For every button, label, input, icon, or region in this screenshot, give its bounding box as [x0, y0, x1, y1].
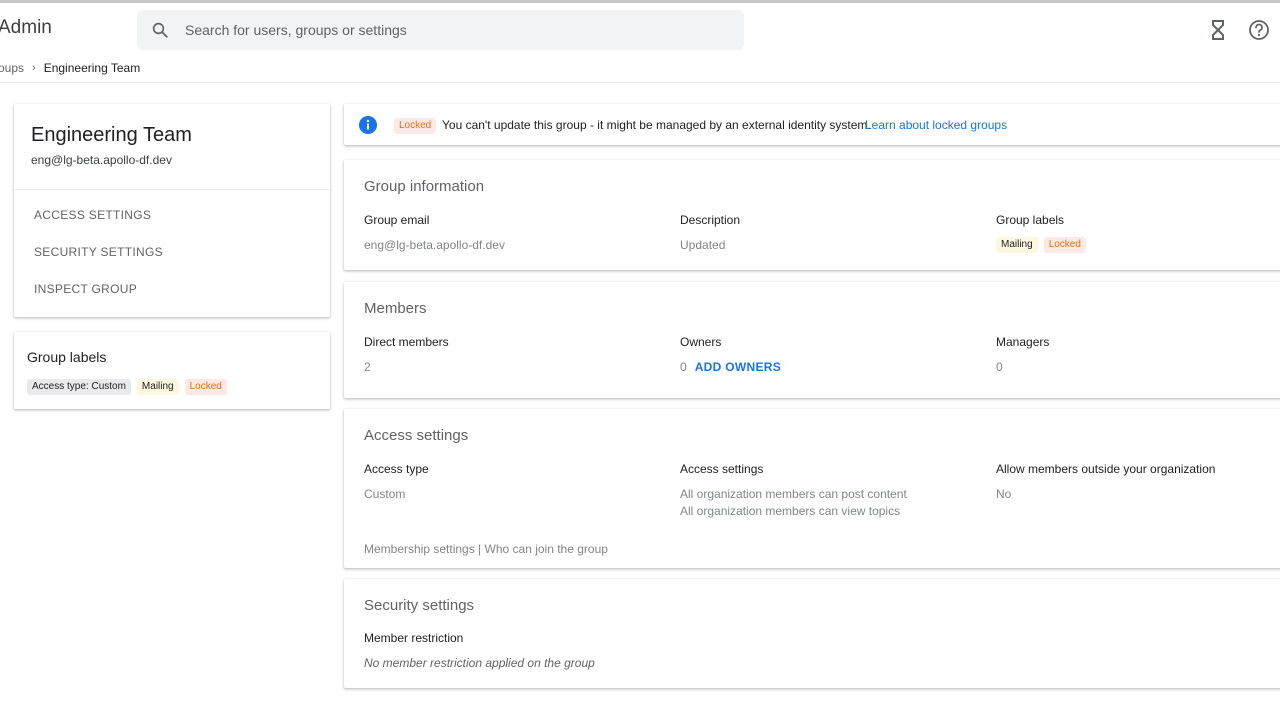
nav-access-settings[interactable]: ACCESS SETTINGS	[34, 208, 151, 222]
search-bar[interactable]	[137, 10, 744, 50]
help-icon[interactable]	[1248, 19, 1270, 41]
group-labels-column: Group labels Mailing Locked	[996, 213, 1086, 253]
search-icon	[152, 22, 168, 38]
access-footer-links: Membership settings | Who can join the g…	[364, 542, 608, 556]
info-icon	[359, 116, 377, 134]
member-restriction-value: No member restriction applied on the gro…	[364, 656, 595, 670]
chevron-right-icon: ›	[32, 62, 36, 74]
access-type-label: Access type	[364, 462, 429, 476]
learn-locked-groups-link[interactable]: Learn about locked groups	[865, 118, 1007, 132]
link-separator: |	[474, 542, 485, 556]
description-column: Description Updated	[680, 213, 740, 254]
app-title[interactable]: Admin	[0, 17, 52, 39]
outside-members-value: No	[996, 487, 1012, 501]
members-section: Members Direct members 2 Owners 0 ADD OWN…	[344, 282, 1280, 398]
label-chips: Access type: Custom Mailing Locked	[27, 379, 227, 395]
nav-security-settings[interactable]: SECURITY SETTINGS	[34, 245, 163, 259]
access-settings-label: Access settings	[680, 462, 764, 476]
locked-badge: Locked	[394, 118, 437, 134]
group-name: Engineering Team	[31, 124, 192, 146]
search-input[interactable]	[185, 10, 725, 50]
section-title: Security settings	[364, 597, 475, 614]
outside-members-column: Allow members outside your organization …	[996, 462, 1215, 503]
banner-message: You can't update this group - it might b…	[442, 118, 871, 132]
group-summary-card: Engineering Team eng@lg-beta.apollo-df.d…	[14, 104, 330, 317]
hourglass-icon[interactable]	[1208, 19, 1228, 41]
security-settings-section: Security settings Member restriction No …	[344, 579, 1280, 688]
owners-row: 0 ADD OWNERS	[680, 359, 781, 376]
who-can-join-link[interactable]: Who can join the group	[485, 542, 608, 556]
managers-value: 0	[996, 360, 1003, 374]
direct-members-column: Direct members 2	[364, 335, 449, 376]
section-title: Members	[364, 300, 427, 317]
breadcrumb-current: Engineering Team	[43, 61, 141, 75]
label-chip-locked: Locked	[184, 379, 227, 395]
label-chip-locked: Locked	[1043, 237, 1086, 253]
locked-banner: Locked You can't update this group - it …	[344, 104, 1280, 145]
direct-members-value: 2	[364, 360, 371, 374]
group-labels-label: Group labels	[996, 213, 1065, 227]
section-title: Group information	[364, 178, 485, 195]
outside-members-label: Allow members outside your organization	[996, 462, 1216, 476]
breadcrumb-groups-link[interactable]: roups	[0, 61, 24, 75]
managers-column: Managers 0	[996, 335, 1049, 376]
owners-column: Owners 0 ADD OWNERS	[680, 335, 781, 376]
access-settings-value: All organization members can post conten…	[680, 486, 907, 520]
group-email-label: Group email	[364, 213, 430, 227]
access-settings-section: Access settings Access type Custom Acces…	[344, 409, 1280, 568]
labels-title: Group labels	[27, 349, 107, 365]
access-setting-post: All organization members can post conten…	[680, 487, 907, 501]
managers-label: Managers	[996, 335, 1050, 349]
direct-members-label: Direct members	[364, 335, 449, 349]
add-owners-button[interactable]: ADD OWNERS	[695, 360, 781, 374]
access-settings-column: Access settings All organization members…	[680, 462, 907, 520]
label-chip-mailing: Mailing	[136, 379, 179, 395]
group-labels-chips: Mailing Locked	[996, 237, 1086, 253]
access-type-column: Access type Custom	[364, 462, 429, 503]
group-email-value: eng@lg-beta.apollo-df.dev	[364, 238, 505, 252]
breadcrumb-divider	[0, 82, 1280, 83]
top-bar: Admin	[0, 0, 1280, 56]
access-setting-view: All organization members can view topics	[680, 504, 901, 518]
label-chip-mailing: Mailing	[996, 237, 1038, 253]
access-type-value: Custom	[364, 487, 406, 501]
owners-value: 0	[680, 360, 687, 374]
nav-inspect-group[interactable]: INSPECT GROUP	[34, 282, 137, 296]
divider	[14, 189, 330, 190]
label-chip-access-type: Access type: Custom	[27, 379, 131, 395]
description-value: Updated	[680, 238, 726, 252]
section-title: Access settings	[364, 427, 469, 444]
member-restriction-column: Member restriction No member restriction…	[364, 631, 595, 672]
group-email-column: Group email eng@lg-beta.apollo-df.dev	[364, 213, 505, 254]
group-email: eng@lg-beta.apollo-df.dev	[31, 153, 172, 167]
breadcrumb: roups › Engineering Team	[0, 61, 140, 75]
description-label: Description	[680, 213, 741, 227]
group-labels-card: Group labels Access type: Custom Mailing…	[14, 332, 330, 409]
member-restriction-label: Member restriction	[364, 631, 464, 645]
membership-settings-link[interactable]: Membership settings	[364, 542, 475, 556]
group-information-section: Group information Group email eng@lg-bet…	[344, 160, 1280, 270]
owners-label: Owners	[680, 335, 722, 349]
